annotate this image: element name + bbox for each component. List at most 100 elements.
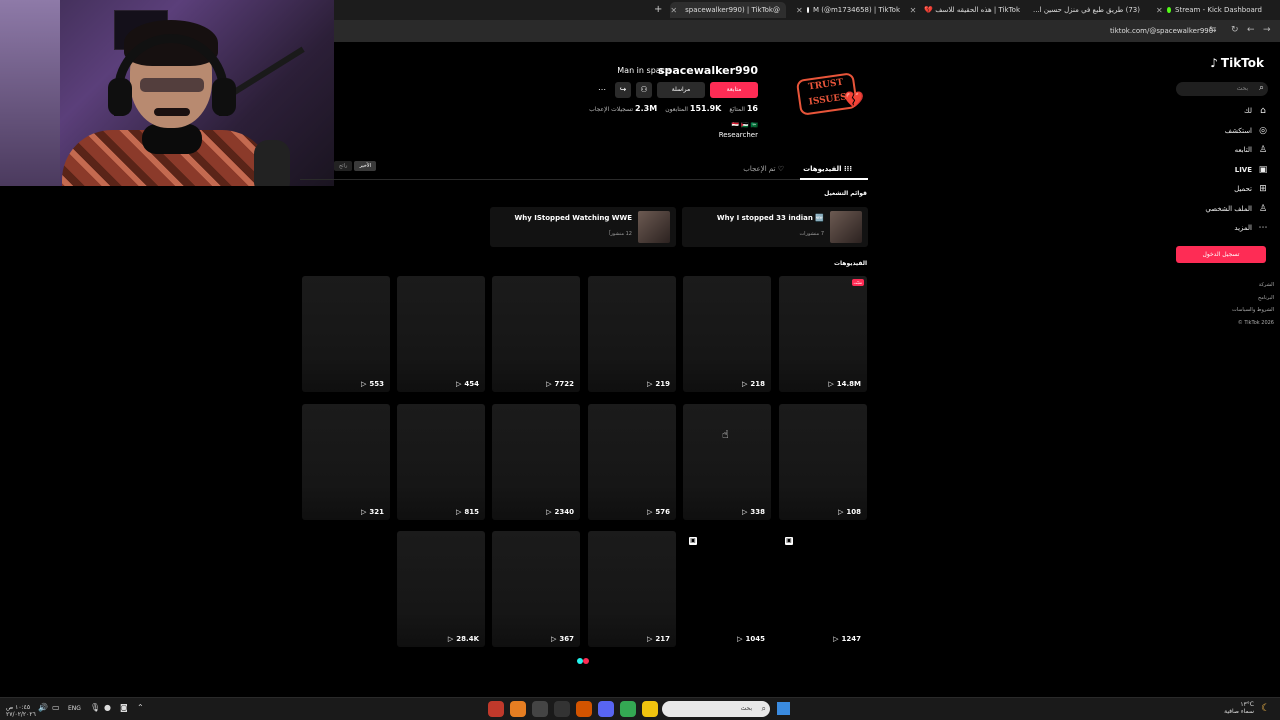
view-count: 2340 (554, 508, 574, 516)
reload-icon[interactable]: ↻ (1231, 25, 1239, 35)
language-indicator[interactable]: ENG (68, 705, 81, 712)
video-card[interactable]: ▷ 2340 (492, 404, 580, 520)
more-options-button[interactable]: ⋯ (594, 82, 610, 98)
tab-liked[interactable]: ♡ تم الإعجاب (743, 165, 784, 173)
tab-search-icon[interactable]: ⇆ (1209, 25, 1217, 35)
sidebar-footer-link[interactable]: الشروط والسياسات (1232, 307, 1274, 313)
pinned-badge: مثبّت (851, 279, 864, 286)
playlist-card[interactable]: Why I stopped 33 indian 🆕 7 منشورات (682, 207, 868, 247)
tab-videos[interactable]: ⁞⁞⁞ الفيديوهات (803, 165, 852, 173)
taskbar-app-icon-2[interactable] (510, 701, 526, 717)
follow-button[interactable]: متابعة (710, 82, 758, 98)
sidebar-item[interactable]: ⌂ لك (1244, 106, 1268, 116)
url-field[interactable]: tiktok.com/@spacewalker990 (1110, 27, 1213, 35)
sidebar-item[interactable]: ▣ LIVE (1235, 165, 1268, 175)
suggest-user-button[interactable]: ⚇ (636, 82, 652, 98)
video-card[interactable]: ▣ ▷ 1045 (683, 531, 771, 647)
browser-tab[interactable]: (73) طريق طبع في منزل حسين ا...✕ (1030, 2, 1146, 18)
tab-videos-label: الفيديوهات (803, 165, 842, 173)
playlist-card[interactable]: Why IStopped Watching WWE 12 منشوراً (490, 207, 676, 247)
sidebar-item[interactable]: ♙ التابعه (1235, 145, 1268, 155)
microphone (254, 140, 290, 186)
sidebar-footer-link[interactable]: TikTok 2026 © (1238, 320, 1274, 326)
sidebar-item[interactable]: ◎ استكشف (1225, 126, 1268, 136)
sidebar-item[interactable]: ⊞ تحميل (1234, 184, 1268, 194)
play-icon: ▷ (741, 380, 748, 388)
tray-expand-icon[interactable]: ⌃ (137, 703, 144, 712)
taskbar-explorer-icon[interactable] (642, 701, 658, 717)
video-views: ▷ 1045 (737, 635, 765, 643)
volume-icon[interactable]: 🔊 (38, 703, 48, 712)
taskbar-app-icon-3[interactable] (532, 701, 548, 717)
stat-value: 151.9K (689, 104, 722, 113)
video-card[interactable]: ▷ 7722 (492, 276, 580, 392)
share-button[interactable]: ↪ (615, 82, 631, 98)
taskbar-app-icon-1[interactable] (488, 701, 504, 717)
login-button[interactable]: تسجيل الدخول (1176, 246, 1266, 263)
video-card[interactable]: ▷ 338 (683, 404, 771, 520)
video-card[interactable]: ▷ 454 (397, 276, 485, 392)
browser-tab[interactable]: Stream - Kick Dashboard ✕ (1150, 2, 1268, 18)
profile-stat[interactable]: 2.3Mتسجيلات الإعجاب (589, 104, 657, 113)
sidebar-footer-link[interactable]: الشركة (1259, 282, 1274, 288)
tab-close-icon[interactable]: ✕ (910, 6, 916, 15)
video-card[interactable]: ▷ 217 (588, 531, 676, 647)
tray-app-icon[interactable]: ● (104, 703, 111, 712)
taskbar-chrome-icon[interactable] (620, 701, 636, 717)
video-views: ▷ 321 (361, 508, 384, 516)
search-icon[interactable]: ⌕ (1259, 83, 1264, 93)
video-card[interactable]: ▷ 219 (588, 276, 676, 392)
sidebar-footer-link[interactable]: البرنامج (1258, 295, 1274, 301)
search-input[interactable]: بحث ⌕ (1176, 82, 1268, 96)
tray-discord-icon[interactable]: ◙ (120, 703, 128, 712)
tab-close-icon[interactable]: ✕ (796, 6, 803, 15)
video-card[interactable]: ▷ 576 (588, 404, 676, 520)
sidebar-item-label: استكشف (1224, 126, 1252, 135)
windows-start-icon[interactable] (777, 702, 790, 715)
video-card[interactable]: ▣ ▷ 1247 (779, 531, 867, 647)
weather-widget[interactable]: ١٣°C سماء صافية (1224, 701, 1254, 715)
network-icon[interactable]: ▭ (52, 703, 60, 712)
back-icon[interactable]: ← (1247, 25, 1255, 35)
profile-bio: 🇪🇬 🇵🇸 🇸🇦 Researcher (719, 122, 758, 139)
message-button[interactable]: مراسلة (657, 82, 705, 98)
tab-close-icon[interactable]: ✕ (1156, 6, 1163, 15)
browser-tab-title: @spacewalker990) | TikTok (685, 6, 780, 14)
forward-icon[interactable]: → (1263, 25, 1271, 35)
video-views: ▷ 576 (647, 508, 670, 516)
browser-tab[interactable]: @spacewalker990) | TikTok ✕ (670, 2, 786, 18)
video-card[interactable]: ▷ 218 (683, 276, 771, 392)
taskbar-search-label: بحث (740, 705, 752, 712)
tiktok-logo-text: TikTok (1220, 56, 1264, 70)
taskbar-search[interactable]: بحث ⌕ (662, 701, 770, 717)
video-card[interactable]: ▷ 28.4K (397, 531, 485, 647)
sidebar-item[interactable]: ♙ الملف الشخصي (1205, 204, 1268, 214)
browser-tab[interactable]: TikTok | هذه الحقيقه للاسف 💔 ✕ (910, 2, 1026, 18)
taskbar-discord-icon[interactable] (598, 701, 614, 717)
video-card[interactable]: ▷ 553 (302, 276, 390, 392)
tab-close-icon[interactable]: ✕ (670, 6, 677, 15)
profile-avatar[interactable]: TRUST ISSUES 💔 (786, 60, 870, 126)
browser-tab[interactable]: M (@m1734658) | TikTok ✕ (790, 2, 906, 18)
video-card[interactable]: ▷ 108 (779, 404, 867, 520)
video-card[interactable]: مثبّت ▷ 14.8M (779, 276, 867, 392)
browser-tab-strip: + Stream - Kick Dashboard ✕ (73) طريق طبع … (334, 0, 1280, 20)
video-card[interactable]: ▷ 367 (492, 531, 580, 647)
video-views: ▷ 815 (456, 508, 479, 516)
mic-tray-icon[interactable]: 🎙 (90, 703, 100, 712)
share-icon: ↪ (619, 85, 627, 94)
clock[interactable]: ١٠:٤٥ ص ٢٧/٠٢/٢٠٢٦ (6, 704, 36, 718)
broken-heart-icon: 💔 (844, 90, 864, 109)
play-icon: ▷ (646, 508, 653, 516)
taskbar-firefox-icon[interactable] (576, 701, 592, 717)
tiktok-logo[interactable]: TikTok ♪ (1210, 56, 1264, 70)
play-icon: ▷ (837, 508, 844, 516)
sidebar-item[interactable]: ⋯ المزيد (1234, 223, 1268, 233)
profile-stat[interactable]: 151.9Kالمتابعون (665, 104, 721, 113)
video-card[interactable]: ▷ 815 (397, 404, 485, 520)
profile-stat[interactable]: 16المتابَع (729, 104, 758, 113)
play-icon: ▷ (546, 380, 552, 388)
taskbar-app-icon-4[interactable] (554, 701, 570, 717)
browser-tab-title: M (@m1734658) | TikTok (812, 6, 900, 14)
video-card[interactable]: ▷ 321 (302, 404, 390, 520)
